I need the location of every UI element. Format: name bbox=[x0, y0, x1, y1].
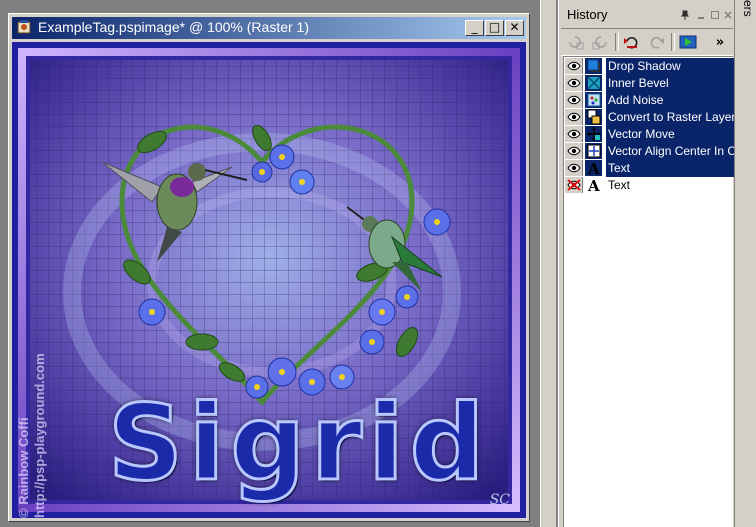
watermark-line2: http://psp-playground.com bbox=[32, 353, 47, 518]
minimize-palette-icon[interactable] bbox=[695, 10, 707, 22]
redo-icon[interactable] bbox=[645, 32, 667, 52]
undo-selective-icon[interactable] bbox=[565, 32, 587, 52]
psp-image-icon[interactable] bbox=[16, 19, 32, 35]
history-item-label: Text bbox=[608, 178, 631, 192]
history-item-label: Vector Align Center In Canvas bbox=[606, 143, 734, 160]
image-window: ExampleTag.pspimage* @ 100% (Raster 1) _… bbox=[8, 13, 530, 522]
history-item-label: Add Noise bbox=[606, 92, 734, 109]
history-item-label: Convert to Raster Layer bbox=[606, 109, 734, 126]
eye-visible-icon[interactable] bbox=[565, 92, 583, 108]
history-item-label: Inner Bevel bbox=[606, 75, 734, 92]
history-item-label: Vector Move bbox=[606, 126, 734, 143]
layers-tab-label: ers bbox=[741, 0, 755, 17]
eye-hidden-icon[interactable] bbox=[565, 177, 583, 193]
text-icon: A bbox=[585, 160, 602, 176]
eye-visible-icon[interactable] bbox=[565, 143, 583, 159]
image-canvas[interactable]: © Rainbow Coffi http://psp-playground.co… bbox=[12, 42, 526, 518]
layers-palette-tab[interactable]: ers bbox=[734, 0, 756, 527]
maximize-button[interactable]: □ bbox=[485, 20, 504, 36]
eye-visible-icon[interactable] bbox=[565, 109, 583, 125]
palette-splitter[interactable] bbox=[540, 0, 557, 527]
more-label: » bbox=[715, 34, 725, 50]
text-icon: A bbox=[585, 177, 602, 193]
svg-text:A: A bbox=[587, 178, 600, 192]
history-item[interactable]: Add Noise bbox=[564, 92, 734, 109]
vector-move-icon bbox=[585, 126, 602, 142]
add-noise-icon bbox=[585, 92, 602, 108]
vector-align-icon bbox=[585, 143, 602, 159]
drop-shadow-icon bbox=[585, 58, 602, 74]
svg-text:A: A bbox=[587, 161, 600, 175]
more-icon[interactable]: » bbox=[709, 32, 731, 52]
history-item-label: Text bbox=[606, 160, 734, 177]
history-item[interactable]: Vector Move bbox=[564, 126, 734, 143]
minimize-icon: _ bbox=[471, 20, 478, 34]
minimize-button[interactable]: _ bbox=[465, 20, 484, 36]
history-item[interactable]: Convert to Raster Layer bbox=[564, 109, 734, 126]
history-item[interactable]: Inner Bevel bbox=[564, 75, 734, 92]
convert-raster-icon bbox=[585, 109, 602, 125]
inner-bevel-icon bbox=[585, 75, 602, 91]
history-title: History bbox=[567, 7, 608, 22]
undo-icon[interactable] bbox=[621, 32, 643, 52]
history-item[interactable]: A Text bbox=[564, 177, 734, 194]
history-header: History bbox=[561, 6, 733, 26]
history-list: Drop Shadow Inner Bevel Add Noise Convert t… bbox=[563, 56, 734, 527]
pin-icon[interactable] bbox=[679, 10, 691, 22]
history-item[interactable]: A Text bbox=[564, 160, 734, 177]
eye-visible-icon[interactable] bbox=[565, 75, 583, 91]
history-item-label: Drop Shadow bbox=[606, 58, 734, 75]
image-window-titlebar[interactable]: ExampleTag.pspimage* @ 100% (Raster 1) _… bbox=[12, 17, 526, 39]
history-item[interactable]: Vector Align Center In Canvas bbox=[564, 143, 734, 160]
quickscript-icon[interactable] bbox=[677, 32, 699, 52]
eye-visible-icon[interactable] bbox=[565, 126, 583, 142]
eye-visible-icon[interactable] bbox=[565, 160, 583, 176]
watermark-line1: © Rainbow Coffi bbox=[16, 417, 31, 518]
close-button[interactable]: ✕ bbox=[505, 20, 524, 36]
redo-selective-icon[interactable] bbox=[589, 32, 611, 52]
history-toolbar: » bbox=[561, 28, 733, 56]
copyright-watermark: © Rainbow Coffi http://psp-playground.co… bbox=[16, 353, 48, 518]
maximize-palette-icon[interactable] bbox=[709, 10, 721, 22]
tag-name-text: Sigrid bbox=[106, 381, 491, 506]
close-palette-icon[interactable] bbox=[722, 10, 734, 22]
history-item[interactable]: Drop Shadow bbox=[564, 58, 734, 75]
image-window-title: ExampleTag.pspimage* @ 100% (Raster 1) bbox=[38, 19, 310, 35]
close-icon: ✕ bbox=[509, 20, 520, 34]
eye-visible-icon[interactable] bbox=[565, 58, 583, 74]
history-palette: History » Drop Shadow Inner Bevel Add No… bbox=[558, 0, 734, 527]
maximize-icon: □ bbox=[488, 20, 501, 34]
artist-signature: SC bbox=[489, 492, 510, 508]
